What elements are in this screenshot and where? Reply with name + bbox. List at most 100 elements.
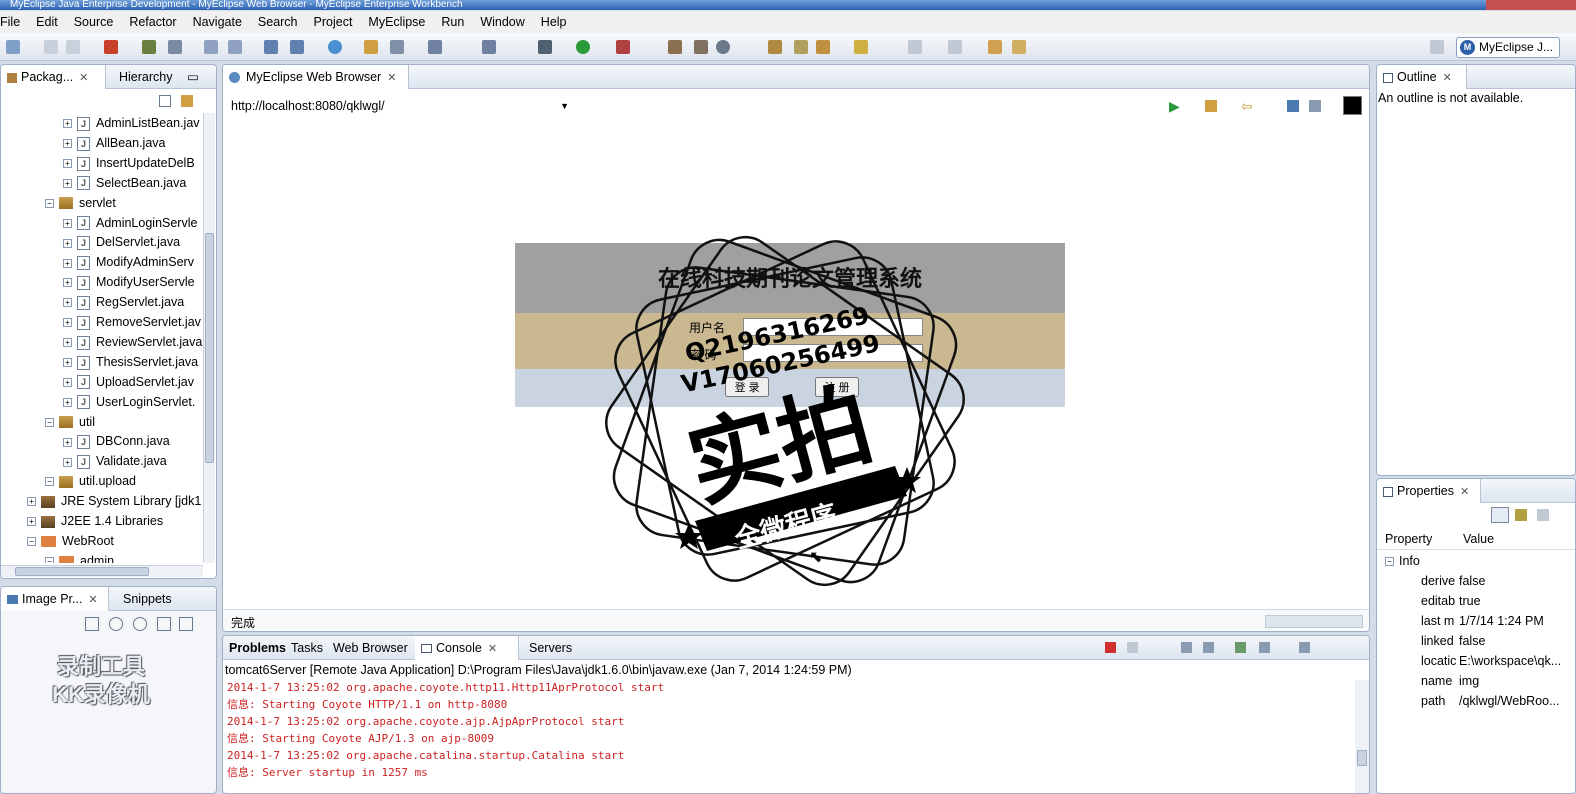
print-icon[interactable] — [66, 40, 80, 54]
tree-item-java-file[interactable]: + J InsertUpdateDelB — [63, 153, 195, 173]
collapse-all-icon[interactable] — [159, 95, 171, 107]
expand-icon[interactable]: + — [63, 318, 72, 328]
tree-item-java-file[interactable]: + J Validate.java — [63, 451, 167, 471]
open-type-icon[interactable] — [668, 40, 682, 54]
menu-run[interactable]: Run — [433, 15, 472, 29]
collapse-icon[interactable]: − — [45, 417, 54, 427]
clear-console-icon[interactable] — [1181, 642, 1192, 653]
expand-icon[interactable]: + — [63, 119, 72, 129]
expand-icon[interactable]: + — [63, 238, 72, 248]
pencil-icon[interactable] — [390, 40, 404, 54]
close-icon[interactable]: ✕ — [488, 643, 497, 655]
menu-project[interactable]: Project — [306, 15, 361, 29]
pin-icon[interactable] — [1309, 100, 1321, 112]
expand-icon[interactable]: + — [63, 139, 72, 149]
monitor-icon[interactable] — [428, 40, 442, 54]
deploy-icon[interactable] — [204, 40, 218, 54]
tree-item-java-file[interactable]: + J ThesisServlet.java — [63, 352, 198, 372]
horizontal-scrollbar[interactable] — [1, 565, 203, 577]
collapse-icon[interactable]: + — [27, 497, 36, 507]
tree-item-folder[interactable]: − admin — [45, 551, 114, 563]
tree-item-java-file[interactable]: + J ModifyUserServle — [63, 272, 195, 292]
menu-refactor[interactable]: Refactor — [121, 15, 184, 29]
expand-icon[interactable]: + — [63, 358, 72, 367]
tab-image-preview[interactable]: Image Pr... ✕ — [1, 587, 109, 611]
tab-package-explorer[interactable]: Packag... ✕ — [1, 65, 106, 89]
folder-open-icon[interactable] — [364, 40, 378, 54]
menu-myeclipse[interactable]: MyEclipse — [360, 15, 433, 29]
url-bar[interactable]: http://localhost:8080/qklwgl/ ▼ — [229, 95, 571, 117]
actual-size-icon[interactable] — [157, 617, 171, 631]
brush-icon[interactable] — [794, 40, 808, 54]
scroll-thumb[interactable] — [1357, 750, 1367, 766]
tree-item-java-file[interactable]: + J RemoveServlet.jav — [63, 312, 201, 332]
tab-properties[interactable]: Properties ✕ — [1377, 479, 1481, 503]
filter-icon[interactable] — [1515, 509, 1527, 521]
advanced-icon[interactable] — [1537, 509, 1549, 521]
tree-item-pkg[interactable]: − servlet — [45, 193, 116, 213]
zoom-fit-icon[interactable] — [179, 617, 193, 631]
scroll-thumb[interactable] — [205, 233, 214, 463]
tree-item-folder[interactable]: − WebRoot — [27, 531, 114, 551]
tree-item-pkg[interactable]: − util.upload — [45, 471, 136, 491]
tree-item-java-file[interactable]: + J UploadServlet.jav — [63, 372, 194, 392]
tab-console[interactable]: Console ✕ — [415, 636, 519, 660]
collapse-icon[interactable]: − — [45, 198, 54, 208]
tab-tasks[interactable]: Tasks — [285, 636, 329, 660]
save-icon[interactable] — [44, 40, 58, 54]
tab-snippets[interactable]: Snippets — [117, 587, 178, 611]
annotation-icon[interactable] — [854, 40, 868, 54]
terminate-icon[interactable] — [1105, 642, 1116, 653]
run-icon[interactable] — [576, 40, 590, 54]
tree-item-java-file[interactable]: + J DelServlet.java — [63, 232, 180, 252]
expand-icon[interactable]: + — [63, 437, 72, 447]
tree-item-lib[interactable]: + J2EE 1.4 Libraries — [27, 511, 163, 531]
collapse-icon[interactable]: − — [1385, 557, 1394, 567]
globe-icon[interactable] — [328, 40, 342, 54]
tab-outline[interactable]: Outline ✕ — [1377, 65, 1467, 89]
menu-search[interactable]: Search — [250, 15, 306, 29]
collapse-icon[interactable]: − — [45, 557, 54, 563]
prev-annotation-icon[interactable] — [948, 40, 962, 54]
tree-item-java-file[interactable]: + J AllBean.java — [63, 133, 166, 153]
tools-icon[interactable] — [482, 40, 496, 54]
open-console-icon[interactable] — [1299, 642, 1310, 653]
menu-edit[interactable]: Edit — [28, 15, 66, 29]
link-editor-icon[interactable] — [181, 95, 193, 107]
property-value[interactable]: false — [1459, 631, 1485, 651]
tab-problems[interactable]: Problems — [223, 636, 292, 660]
close-icon[interactable]: ✕ — [1460, 486, 1469, 498]
collapse-icon[interactable]: − — [27, 537, 36, 547]
tab-servers[interactable]: Servers — [523, 636, 578, 660]
expand-icon[interactable]: + — [63, 338, 72, 348]
wizard2-icon[interactable] — [290, 40, 304, 54]
open-perspective-icon[interactable] — [1430, 40, 1444, 54]
expand-icon[interactable]: + — [63, 298, 72, 308]
wizard-icon[interactable] — [264, 40, 278, 54]
expand-icon[interactable]: + — [63, 218, 72, 228]
tree-item-java-file[interactable]: + J AdminListBean.jav — [63, 113, 200, 133]
chevron-down-icon[interactable]: ▼ — [560, 95, 569, 117]
menu-source[interactable]: Source — [66, 15, 122, 29]
external-tools-icon[interactable] — [616, 40, 630, 54]
box-icon[interactable] — [104, 40, 118, 54]
folder3-icon[interactable] — [816, 40, 830, 54]
remove-launch-icon[interactable] — [1127, 642, 1138, 653]
menu-file[interactable]: File — [0, 15, 28, 29]
expand-icon[interactable]: + — [63, 377, 72, 387]
browser-vscrollbar[interactable] — [1353, 123, 1367, 601]
expand-icon[interactable]: + — [63, 278, 72, 288]
grid-icon[interactable] — [694, 40, 708, 54]
property-value[interactable]: 1/7/14 1:24 PM — [1459, 611, 1544, 631]
expand-icon[interactable]: + — [63, 258, 72, 268]
tree-item-lib[interactable]: + JRE System Library [jdk1 — [27, 491, 201, 511]
tab-web-browser[interactable]: MyEclipse Web Browser ✕ — [223, 65, 409, 89]
perspective-myeclipse-button[interactable]: M MyEclipse J... — [1456, 37, 1560, 58]
property-value[interactable]: true — [1459, 591, 1481, 611]
close-icon[interactable]: ✕ — [387, 72, 396, 84]
tree-item-java-file[interactable]: + J UserLoginServlet. — [63, 392, 195, 412]
new-icon[interactable] — [6, 40, 20, 54]
folder2-icon[interactable] — [768, 40, 782, 54]
tree-item-java-file[interactable]: + J ReviewServlet.java — [63, 332, 202, 352]
last-edit-icon[interactable] — [988, 40, 1002, 54]
